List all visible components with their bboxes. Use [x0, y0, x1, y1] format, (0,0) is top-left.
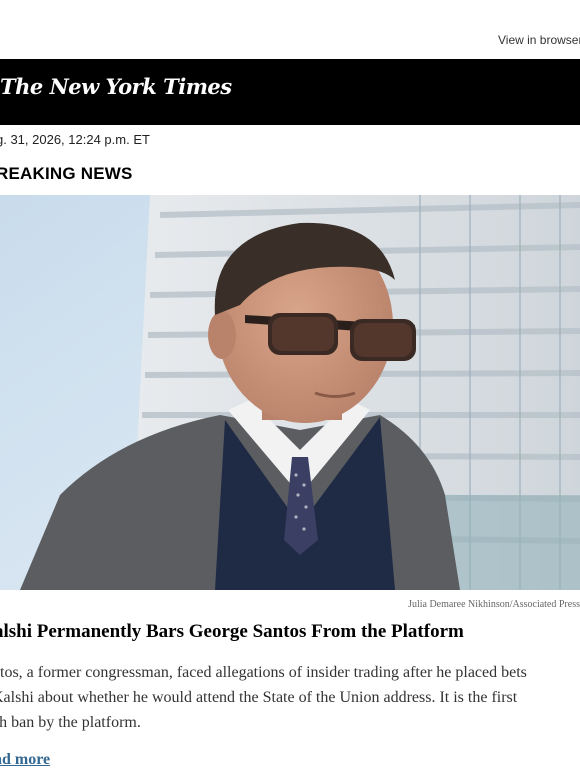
article-photo[interactable] [0, 195, 580, 590]
article-headline[interactable]: alshi Permanently Bars George Santos Fro… [0, 621, 464, 643]
summary-line: Kalshi about whether he would attend the… [0, 689, 518, 706]
nyt-logo[interactable]: The New York Times [0, 74, 232, 99]
summary-line: ntos, a former congressman, faced allega… [0, 664, 527, 681]
summary-line: ch ban by the platform. [0, 714, 141, 731]
dateline: g. 31, 2026, 12:24 p.m. ET [0, 132, 150, 147]
breaking-news-kicker: REAKING NEWS [0, 164, 133, 183]
photo-credit: Julia Demaree Nikhinson/Associated Press [408, 599, 580, 610]
article-summary: ntos, a former congressman, faced allega… [0, 660, 578, 735]
view-in-browser-link[interactable]: View in browser [498, 33, 580, 47]
masthead-bar: The New York Times [0, 59, 580, 125]
read-more-link[interactable]: ad more [0, 751, 50, 769]
